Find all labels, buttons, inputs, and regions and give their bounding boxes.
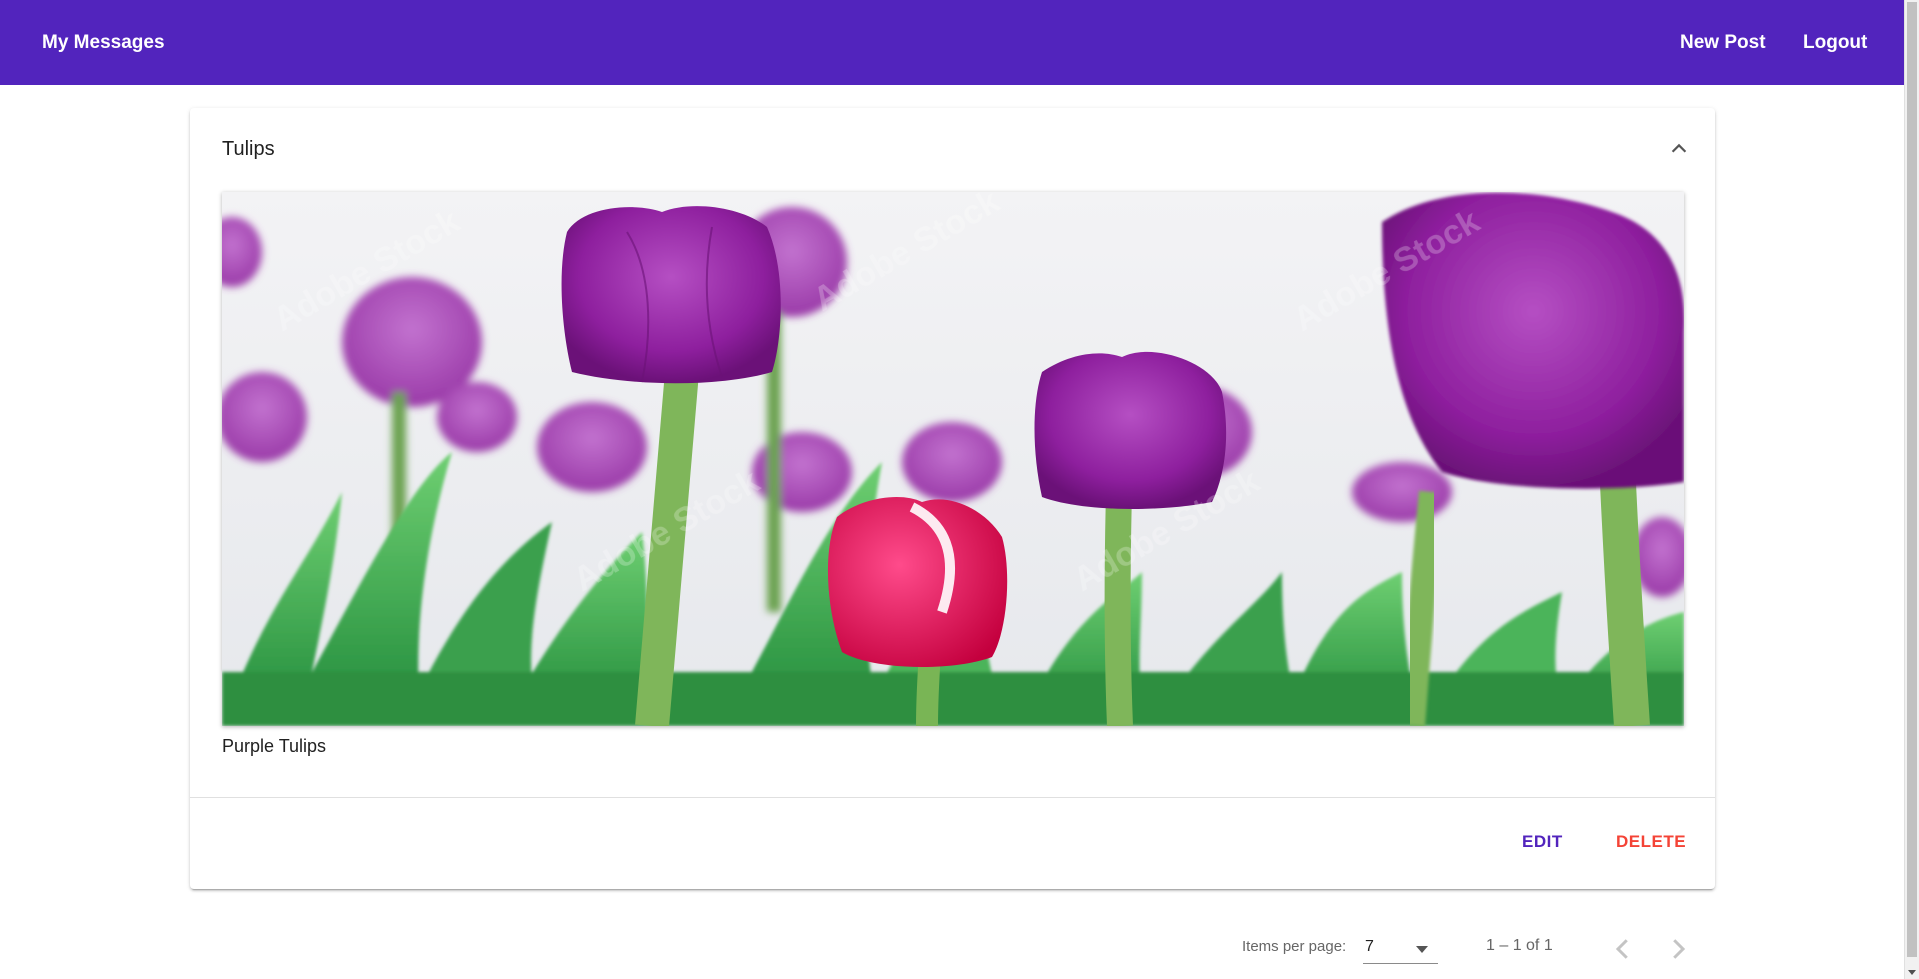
edit-button[interactable]: EDIT bbox=[1522, 832, 1563, 852]
post-panel-header[interactable]: Tulips bbox=[190, 108, 1715, 188]
post-panel: Tulips Adobe Stock Adobe Stock Adobe Sto… bbox=[190, 108, 1715, 889]
items-per-page-value: 7 bbox=[1365, 938, 1374, 955]
items-per-page-label: Items per page: bbox=[1242, 938, 1347, 955]
post-title: Tulips bbox=[222, 138, 275, 160]
delete-button[interactable]: DELETE bbox=[1616, 832, 1686, 852]
chevron-right-icon[interactable] bbox=[1663, 934, 1693, 964]
top-toolbar: My Messages New Post Logout bbox=[0, 0, 1904, 85]
scrollbar-thumb[interactable] bbox=[1907, 2, 1917, 957]
page: My Messages New Post Logout Tulips Adobe… bbox=[0, 0, 1919, 979]
scroll-down-arrow-icon[interactable] bbox=[1908, 970, 1916, 975]
new-post-button[interactable]: New Post bbox=[1680, 0, 1766, 85]
action-divider bbox=[190, 797, 1715, 798]
page-range-label: 1 – 1 of 1 bbox=[1486, 937, 1553, 954]
post-caption: Purple Tulips bbox=[222, 736, 327, 756]
vertical-scrollbar[interactable] bbox=[1904, 0, 1919, 979]
post-image: Adobe Stock Adobe Stock Adobe Stock Adob… bbox=[222, 192, 1684, 726]
logout-button[interactable]: Logout bbox=[1803, 0, 1867, 85]
brand-link[interactable]: My Messages bbox=[42, 0, 165, 85]
chevron-up-icon[interactable] bbox=[1668, 138, 1690, 160]
chevron-left-icon[interactable] bbox=[1608, 934, 1638, 964]
caret-down-icon bbox=[1416, 946, 1428, 953]
items-per-page-select[interactable]: 7 bbox=[1363, 934, 1438, 964]
